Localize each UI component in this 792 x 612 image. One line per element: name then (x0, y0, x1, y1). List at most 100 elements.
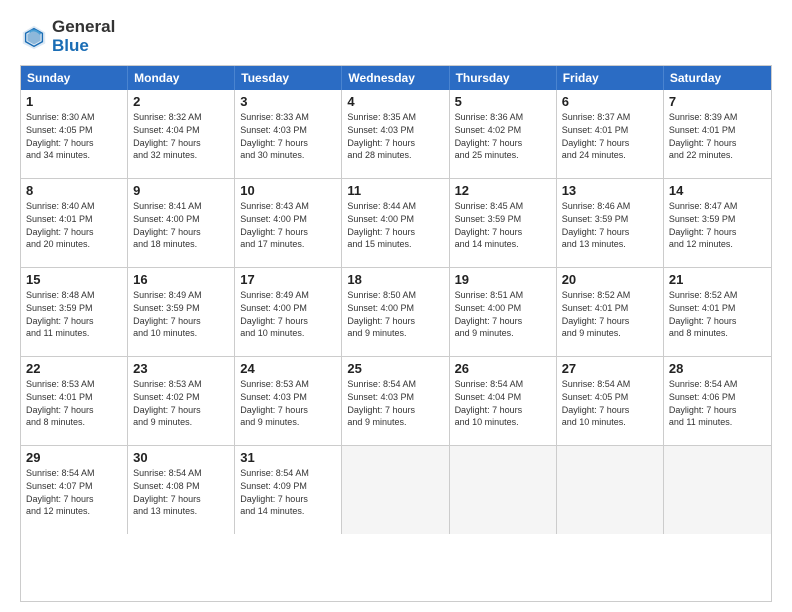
cal-cell: 31 Sunrise: 8:54 AM Sunset: 4:09 PM Dayli… (235, 446, 342, 534)
logo-icon (20, 23, 48, 51)
day-number: 30 (133, 450, 229, 465)
header: General Blue (20, 18, 772, 55)
cell-info: Sunrise: 8:36 AM Sunset: 4:02 PM Dayligh… (455, 111, 551, 161)
cell-info: Sunrise: 8:35 AM Sunset: 4:03 PM Dayligh… (347, 111, 443, 161)
weekday-header-saturday: Saturday (664, 66, 771, 90)
cell-info: Sunrise: 8:47 AM Sunset: 3:59 PM Dayligh… (669, 200, 766, 250)
cell-info: Sunrise: 8:54 AM Sunset: 4:08 PM Dayligh… (133, 467, 229, 517)
day-number: 26 (455, 361, 551, 376)
cal-cell: 24 Sunrise: 8:53 AM Sunset: 4:03 PM Dayli… (235, 357, 342, 445)
cal-cell: 23 Sunrise: 8:53 AM Sunset: 4:02 PM Dayli… (128, 357, 235, 445)
cell-info: Sunrise: 8:32 AM Sunset: 4:04 PM Dayligh… (133, 111, 229, 161)
day-number: 20 (562, 272, 658, 287)
cal-cell: 21Sunrise: 8:52 AM Sunset: 4:01 PM Dayli… (664, 268, 771, 356)
day-number: 12 (455, 183, 551, 198)
cal-cell: 8 Sunrise: 8:40 AM Sunset: 4:01 PM Daylig… (21, 179, 128, 267)
cal-cell: 4Sunrise: 8:35 AM Sunset: 4:03 PM Daylig… (342, 90, 449, 178)
calendar: SundayMondayTuesdayWednesdayThursdayFrid… (20, 65, 772, 602)
weekday-header-tuesday: Tuesday (235, 66, 342, 90)
day-number: 3 (240, 94, 336, 109)
cal-cell (557, 446, 664, 534)
cell-info: Sunrise: 8:53 AM Sunset: 4:02 PM Dayligh… (133, 378, 229, 428)
weekday-header-sunday: Sunday (21, 66, 128, 90)
cell-info: Sunrise: 8:41 AM Sunset: 4:00 PM Dayligh… (133, 200, 229, 250)
cal-week-row: 29 Sunrise: 8:54 AM Sunset: 4:07 PM Dayli… (21, 446, 771, 534)
cal-week-row: 8 Sunrise: 8:40 AM Sunset: 4:01 PM Daylig… (21, 179, 771, 268)
day-number: 17 (240, 272, 336, 287)
day-number: 8 (26, 183, 122, 198)
cell-info: Sunrise: 8:54 AM Sunset: 4:07 PM Dayligh… (26, 467, 122, 517)
cell-info: Sunrise: 8:54 AM Sunset: 4:04 PM Dayligh… (455, 378, 551, 428)
cell-info: Sunrise: 8:53 AM Sunset: 4:03 PM Dayligh… (240, 378, 336, 428)
cal-cell: 16 Sunrise: 8:49 AM Sunset: 3:59 PM Dayli… (128, 268, 235, 356)
day-number: 25 (347, 361, 443, 376)
weekday-header-thursday: Thursday (450, 66, 557, 90)
cell-info: Sunrise: 8:39 AM Sunset: 4:01 PM Dayligh… (669, 111, 766, 161)
day-number: 13 (562, 183, 658, 198)
cal-week-row: 1Sunrise: 8:30 AM Sunset: 4:05 PM Daylig… (21, 90, 771, 179)
cal-cell (450, 446, 557, 534)
weekday-header-wednesday: Wednesday (342, 66, 449, 90)
logo-text: General Blue (52, 18, 115, 55)
calendar-header: SundayMondayTuesdayWednesdayThursdayFrid… (21, 66, 771, 90)
cal-cell: 30 Sunrise: 8:54 AM Sunset: 4:08 PM Dayli… (128, 446, 235, 534)
cell-info: Sunrise: 8:48 AM Sunset: 3:59 PM Dayligh… (26, 289, 122, 339)
day-number: 15 (26, 272, 122, 287)
page: General Blue SundayMondayTuesdayWednesda… (0, 0, 792, 612)
cell-info: Sunrise: 8:46 AM Sunset: 3:59 PM Dayligh… (562, 200, 658, 250)
cal-cell: 20 Sunrise: 8:52 AM Sunset: 4:01 PM Dayli… (557, 268, 664, 356)
cal-cell: 9Sunrise: 8:41 AM Sunset: 4:00 PM Daylig… (128, 179, 235, 267)
cal-cell: 6Sunrise: 8:37 AM Sunset: 4:01 PM Daylig… (557, 90, 664, 178)
cal-cell: 13 Sunrise: 8:46 AM Sunset: 3:59 PM Dayli… (557, 179, 664, 267)
cell-info: Sunrise: 8:52 AM Sunset: 4:01 PM Dayligh… (669, 289, 766, 339)
weekday-header-monday: Monday (128, 66, 235, 90)
cal-cell: 26 Sunrise: 8:54 AM Sunset: 4:04 PM Dayli… (450, 357, 557, 445)
cal-cell: 18 Sunrise: 8:50 AM Sunset: 4:00 PM Dayli… (342, 268, 449, 356)
cell-info: Sunrise: 8:49 AM Sunset: 3:59 PM Dayligh… (133, 289, 229, 339)
day-number: 19 (455, 272, 551, 287)
weekday-header-friday: Friday (557, 66, 664, 90)
cal-cell: 3 Sunrise: 8:33 AM Sunset: 4:03 PM Daylig… (235, 90, 342, 178)
cal-cell: 14 Sunrise: 8:47 AM Sunset: 3:59 PM Dayli… (664, 179, 771, 267)
cal-cell: 15 Sunrise: 8:48 AM Sunset: 3:59 PM Dayli… (21, 268, 128, 356)
cell-info: Sunrise: 8:50 AM Sunset: 4:00 PM Dayligh… (347, 289, 443, 339)
day-number: 27 (562, 361, 658, 376)
cal-cell: 5 Sunrise: 8:36 AM Sunset: 4:02 PM Daylig… (450, 90, 557, 178)
cal-cell: 19 Sunrise: 8:51 AM Sunset: 4:00 PM Dayli… (450, 268, 557, 356)
day-number: 24 (240, 361, 336, 376)
day-number: 31 (240, 450, 336, 465)
cal-week-row: 22Sunrise: 8:53 AM Sunset: 4:01 PM Dayli… (21, 357, 771, 446)
day-number: 23 (133, 361, 229, 376)
cell-info: Sunrise: 8:54 AM Sunset: 4:06 PM Dayligh… (669, 378, 766, 428)
cal-cell: 2 Sunrise: 8:32 AM Sunset: 4:04 PM Daylig… (128, 90, 235, 178)
calendar-body: 1Sunrise: 8:30 AM Sunset: 4:05 PM Daylig… (21, 90, 771, 534)
day-number: 29 (26, 450, 122, 465)
day-number: 10 (240, 183, 336, 198)
cell-info: Sunrise: 8:45 AM Sunset: 3:59 PM Dayligh… (455, 200, 551, 250)
logo: General Blue (20, 18, 115, 55)
day-number: 2 (133, 94, 229, 109)
cal-cell: 17 Sunrise: 8:49 AM Sunset: 4:00 PM Dayli… (235, 268, 342, 356)
cell-info: Sunrise: 8:52 AM Sunset: 4:01 PM Dayligh… (562, 289, 658, 339)
cal-cell: 22Sunrise: 8:53 AM Sunset: 4:01 PM Dayli… (21, 357, 128, 445)
day-number: 14 (669, 183, 766, 198)
cell-info: Sunrise: 8:40 AM Sunset: 4:01 PM Dayligh… (26, 200, 122, 250)
day-number: 18 (347, 272, 443, 287)
cell-info: Sunrise: 8:54 AM Sunset: 4:05 PM Dayligh… (562, 378, 658, 428)
cell-info: Sunrise: 8:44 AM Sunset: 4:00 PM Dayligh… (347, 200, 443, 250)
cal-cell: 7Sunrise: 8:39 AM Sunset: 4:01 PM Daylig… (664, 90, 771, 178)
cal-cell (664, 446, 771, 534)
cal-week-row: 15 Sunrise: 8:48 AM Sunset: 3:59 PM Dayli… (21, 268, 771, 357)
cell-info: Sunrise: 8:51 AM Sunset: 4:00 PM Dayligh… (455, 289, 551, 339)
cell-info: Sunrise: 8:49 AM Sunset: 4:00 PM Dayligh… (240, 289, 336, 339)
cal-cell: 10 Sunrise: 8:43 AM Sunset: 4:00 PM Dayli… (235, 179, 342, 267)
cell-info: Sunrise: 8:33 AM Sunset: 4:03 PM Dayligh… (240, 111, 336, 161)
cal-cell: 11Sunrise: 8:44 AM Sunset: 4:00 PM Dayli… (342, 179, 449, 267)
cal-cell: 25Sunrise: 8:54 AM Sunset: 4:03 PM Dayli… (342, 357, 449, 445)
day-number: 5 (455, 94, 551, 109)
day-number: 16 (133, 272, 229, 287)
cell-info: Sunrise: 8:54 AM Sunset: 4:09 PM Dayligh… (240, 467, 336, 517)
day-number: 1 (26, 94, 122, 109)
cell-info: Sunrise: 8:43 AM Sunset: 4:00 PM Dayligh… (240, 200, 336, 250)
day-number: 28 (669, 361, 766, 376)
